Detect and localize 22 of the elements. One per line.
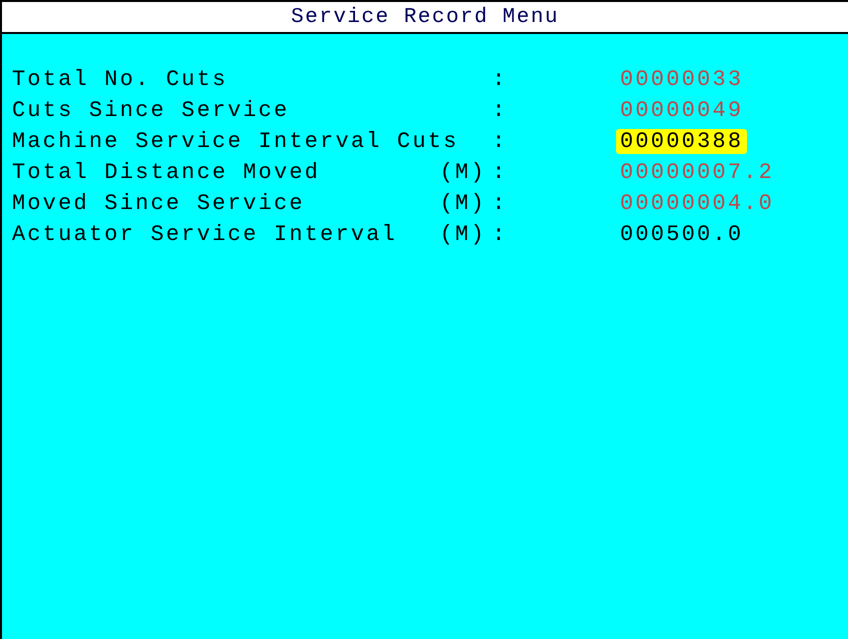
field-value[interactable]: 000500.0 bbox=[616, 222, 748, 247]
field-label: Actuator Service Interval bbox=[12, 222, 398, 247]
separator: : bbox=[492, 160, 508, 185]
window-title: Service Record Menu bbox=[291, 6, 559, 28]
separator: : bbox=[492, 191, 508, 216]
unit-label: (M) bbox=[440, 160, 487, 185]
field-value[interactable]: 00000388 bbox=[616, 129, 748, 154]
unit-label: (M) bbox=[440, 222, 487, 247]
field-label: Moved Since Service bbox=[12, 191, 305, 216]
separator: : bbox=[492, 67, 508, 92]
field-value: 00000049 bbox=[619, 98, 744, 123]
field-label: Cuts Since Service bbox=[12, 98, 290, 123]
field-value: 00000004.0 bbox=[619, 191, 776, 216]
field-label: Machine Service Interval Cuts bbox=[12, 129, 459, 154]
field-value: 00000007.2 bbox=[619, 160, 776, 185]
field-value: 00000033 bbox=[619, 67, 744, 92]
field-label: Total Distance Moved bbox=[12, 160, 320, 185]
separator: : bbox=[492, 98, 508, 123]
separator: : bbox=[492, 222, 508, 247]
field-label: Total No. Cuts bbox=[12, 67, 228, 92]
separator: : bbox=[492, 129, 508, 154]
unit-label: (M) bbox=[440, 191, 487, 216]
